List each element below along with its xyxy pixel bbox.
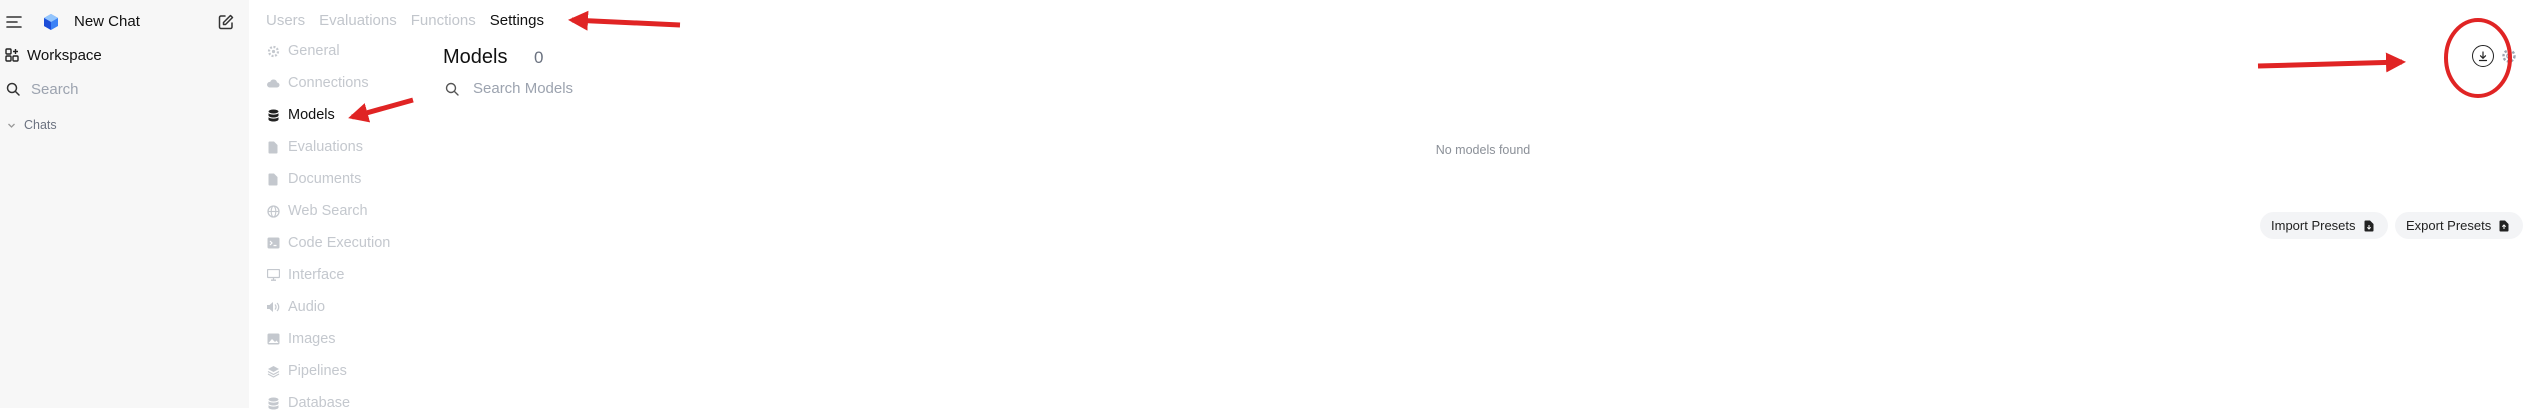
settings-nav-connections[interactable]: Connections [266, 72, 369, 94]
model-settings-button[interactable] [2500, 47, 2518, 65]
speaker-icon [266, 300, 280, 314]
download-models-button[interactable] [2472, 45, 2494, 67]
arrow-to-download-button [2257, 52, 2406, 73]
empty-state-message: No models found [1435, 143, 1531, 157]
download-icon [2478, 50, 2488, 61]
settings-nav-documents[interactable]: Documents [266, 168, 361, 190]
annotation-overlay [348, 10, 2512, 123]
export-presets-button[interactable]: Export Presets [2395, 212, 2523, 239]
settings-nav-web-search[interactable]: Web Search [266, 200, 368, 222]
settings-nav-label: Pipelines [288, 363, 347, 379]
chats-section-toggle[interactable]: Chats [7, 117, 57, 133]
search-icon [6, 82, 20, 96]
new-chat-link[interactable]: New Chat [74, 12, 140, 32]
settings-nav-interface[interactable]: Interface [266, 264, 344, 286]
settings-nav-label: Images [288, 331, 336, 347]
settings-nav-label: Database [288, 395, 351, 411]
settings-nav-label: Documents [288, 171, 362, 187]
import-presets-button[interactable]: Import Presets [2260, 212, 2388, 239]
image-icon [266, 332, 280, 346]
tab-users[interactable]: Users [266, 10, 305, 32]
settings-nav-label: Interface [288, 267, 345, 283]
stack-icon [266, 364, 280, 378]
settings-nav-label: Evaluations [288, 139, 363, 155]
workspace-link[interactable]: Workspace [5, 45, 102, 65]
hamburger-icon [6, 16, 22, 28]
file-import-icon [2364, 220, 2374, 231]
search-icon [445, 82, 459, 96]
gear-icon [2502, 49, 2516, 63]
chats-section-label: Chats [24, 118, 57, 132]
terminal-icon [266, 236, 280, 250]
arrow-to-settings-tab [568, 10, 681, 31]
file-export-icon [2499, 220, 2509, 231]
import-presets-label: Import Presets [2271, 218, 2356, 233]
sidebar-search[interactable]: Search [6, 79, 79, 99]
grid-icon [5, 48, 19, 62]
app-sidebar: New Chat Workspace Search Chats [0, 0, 249, 408]
settings-nav-database[interactable]: Database [266, 392, 350, 414]
settings-nav-label: Audio [288, 299, 326, 315]
app-logo-icon [42, 13, 60, 31]
sidebar-search-label: Search [31, 80, 79, 98]
admin-tabs: Users Evaluations Functions Settings [266, 10, 558, 32]
globe-icon [266, 204, 280, 218]
model-search-input[interactable] [471, 79, 875, 98]
monitor-icon [266, 268, 280, 282]
tab-evaluations[interactable]: Evaluations [319, 10, 397, 32]
settings-nav-pipelines[interactable]: Pipelines [266, 360, 347, 382]
document-icon [266, 140, 280, 154]
settings-nav-models[interactable]: Models [266, 104, 335, 126]
model-search-bar [445, 79, 875, 98]
settings-nav-label: Connections [288, 75, 369, 91]
settings-nav-general[interactable]: General [266, 40, 340, 62]
pencil-square-icon [218, 14, 234, 30]
chevron-down-icon [8, 123, 15, 128]
settings-nav-audio[interactable]: Audio [266, 296, 325, 318]
new-chat-button[interactable] [215, 11, 237, 33]
export-presets-label: Export Presets [2406, 218, 2492, 233]
settings-nav-label: Web Search [288, 203, 368, 219]
cloud-icon [266, 76, 280, 90]
settings-nav-label: Code Execution [288, 235, 391, 251]
settings-nav-code-execution[interactable]: Code Execution [266, 232, 390, 254]
menu-toggle-button[interactable] [4, 12, 24, 32]
tab-settings[interactable]: Settings [490, 10, 544, 32]
workspace-label: Workspace [27, 46, 102, 64]
model-count-badge: 0 [534, 48, 544, 67]
settings-nav-images[interactable]: Images [266, 328, 336, 350]
gear-icon [266, 44, 280, 58]
database-icon [266, 108, 280, 122]
tab-functions[interactable]: Functions [411, 10, 476, 32]
document-icon [266, 172, 280, 186]
arrow-to-models-nav [348, 97, 414, 123]
page-title: Models [443, 46, 508, 68]
settings-nav-label: Models [288, 107, 335, 123]
settings-nav-label: General [288, 43, 340, 59]
settings-nav-evaluations[interactable]: Evaluations [266, 136, 363, 158]
